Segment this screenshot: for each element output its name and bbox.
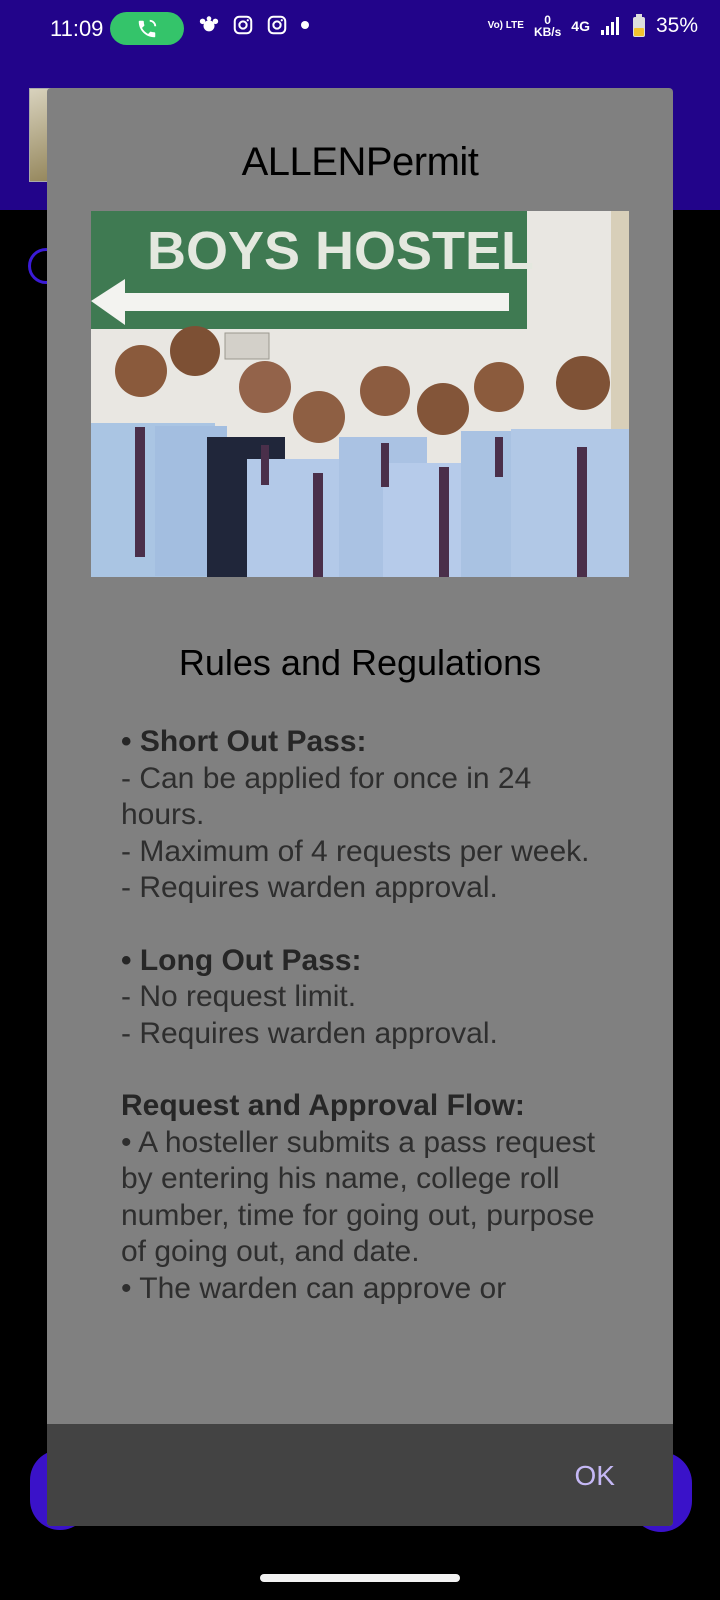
ongoing-call-chip[interactable] bbox=[110, 12, 184, 45]
notification-icons bbox=[198, 14, 310, 36]
battery-percent: 35% bbox=[655, 14, 698, 37]
hero-sign-text: BOYS HOSTEL bbox=[147, 221, 534, 281]
app-notification-icon bbox=[199, 16, 219, 32]
signal-strength-icon bbox=[600, 17, 619, 35]
short-out-pass-heading: • Short Out Pass: bbox=[121, 725, 367, 758]
screen: 11:09 Vo) LTE 0 KB/s 4G 35% ALLENPermit … bbox=[0, 0, 720, 1600]
rules-heading: Rules and Regulations bbox=[178, 642, 542, 683]
approval-flow-rule-2: • The warden can approve or bbox=[121, 1271, 507, 1305]
long-out-pass-heading: • Long Out Pass: bbox=[121, 943, 362, 977]
status-time: 11:09 bbox=[50, 16, 104, 41]
rules-text-scroll[interactable]: • Short Out Pass: - Can be applied for o… bbox=[121, 724, 601, 1466]
instagram-icon bbox=[233, 15, 253, 35]
approval-flow-rule-1: • A hosteller submits a pass request by … bbox=[121, 1125, 596, 1269]
phone-call-icon bbox=[138, 19, 157, 37]
volte-indicator: Vo) LTE bbox=[487, 20, 524, 31]
network-type: 4G bbox=[571, 18, 590, 34]
network-speed-unit: KB/s bbox=[533, 25, 562, 39]
network-speed: 0 KB/s bbox=[534, 14, 561, 38]
home-indicator[interactable] bbox=[260, 1574, 460, 1582]
short-out-rule-2: - Maximum of 4 requests per week. bbox=[121, 834, 590, 868]
dialog-title: ALLENPermit bbox=[241, 140, 479, 184]
battery-icon bbox=[632, 14, 645, 37]
system-status-icons: Vo) LTE 0 KB/s 4G 35% bbox=[488, 14, 698, 38]
dialog-footer: OK bbox=[47, 1424, 673, 1526]
long-out-rule-2: - Requires warden approval. bbox=[121, 1016, 498, 1050]
hostel-group-photo: BOYS HOSTEL bbox=[91, 211, 629, 577]
ok-button[interactable]: OK bbox=[575, 1460, 615, 1492]
instagram-icon-2 bbox=[267, 15, 287, 35]
rules-dialog: ALLENPermit BOYS HOSTEL Rules and Regula… bbox=[47, 88, 673, 1526]
more-notifications-dot-icon bbox=[301, 21, 309, 29]
approval-flow-heading: Request and Approval Flow: bbox=[121, 1089, 525, 1122]
short-out-rule-1: - Can be applied for once in 24 hours. bbox=[121, 761, 532, 832]
status-bar: 11:09 Vo) LTE 0 KB/s 4G 35% bbox=[0, 0, 720, 60]
long-out-rule-1: - No request limit. bbox=[121, 980, 357, 1013]
short-out-rule-3: - Requires warden approval. bbox=[121, 871, 498, 904]
